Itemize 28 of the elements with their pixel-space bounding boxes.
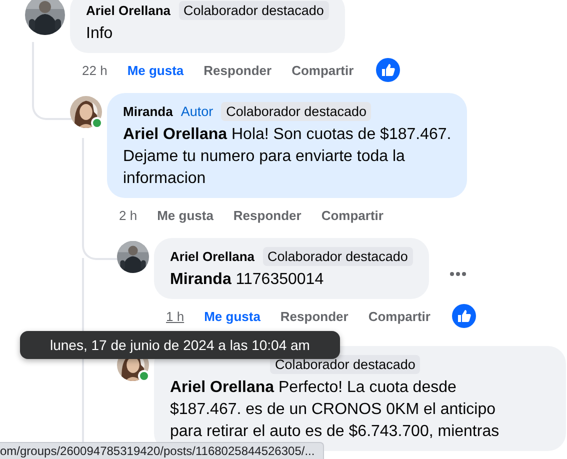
contributor-badge: Colaborador destacado bbox=[178, 0, 329, 20]
comment-time[interactable]: 22 h bbox=[82, 62, 108, 78]
more-options-icon[interactable] bbox=[448, 270, 467, 276]
like-link[interactable]: Me gusta bbox=[204, 308, 260, 324]
author-name[interactable]: Ariel Orellana bbox=[86, 2, 171, 18]
contributor-badge: Colaborador destacado bbox=[221, 102, 372, 120]
comment-text: Info bbox=[86, 24, 114, 44]
author-label: Autor bbox=[180, 104, 214, 118]
date-tooltip: lunes, 17 de junio de 2024 a las 10:04 am bbox=[20, 331, 340, 359]
like-link[interactable]: Me gusta bbox=[157, 208, 214, 222]
reply-link[interactable]: Responder bbox=[204, 62, 272, 78]
reply-link[interactable]: Responder bbox=[280, 308, 348, 324]
share-link[interactable]: Compartir bbox=[321, 208, 384, 222]
like-reaction-icon[interactable] bbox=[376, 58, 400, 82]
comment-text: Ariel Orellana Hola! Son cuotas de $187.467. Dejame tu numero para enviarte toda la informacion bbox=[123, 125, 452, 189]
comment-text: Miranda 1176350014 bbox=[170, 270, 325, 290]
author-name[interactable]: Ariel Orellana bbox=[170, 248, 255, 264]
reply-link[interactable]: Responder bbox=[233, 208, 302, 222]
share-link[interactable]: Compartir bbox=[368, 308, 430, 324]
author-name[interactable]: Miranda bbox=[123, 104, 173, 118]
link-status-bar: om/groups/260094785319420/posts/1168025844526305/... bbox=[0, 442, 324, 459]
comment-time[interactable]: 1 h bbox=[166, 308, 184, 324]
like-link[interactable]: Me gusta bbox=[127, 62, 184, 78]
comment-time[interactable]: 2 h bbox=[119, 208, 138, 222]
share-link[interactable]: Compartir bbox=[292, 62, 354, 78]
like-reaction-icon[interactable] bbox=[452, 304, 476, 328]
comment-text: Ariel Orellana Perfecto! La cuota desde $187.467. es de un CRONOS 0KM el anticipo para retirar el auto es de $6.743.700, mientras bbox=[170, 378, 500, 442]
contributor-badge: Colaborador destacado bbox=[262, 246, 413, 266]
